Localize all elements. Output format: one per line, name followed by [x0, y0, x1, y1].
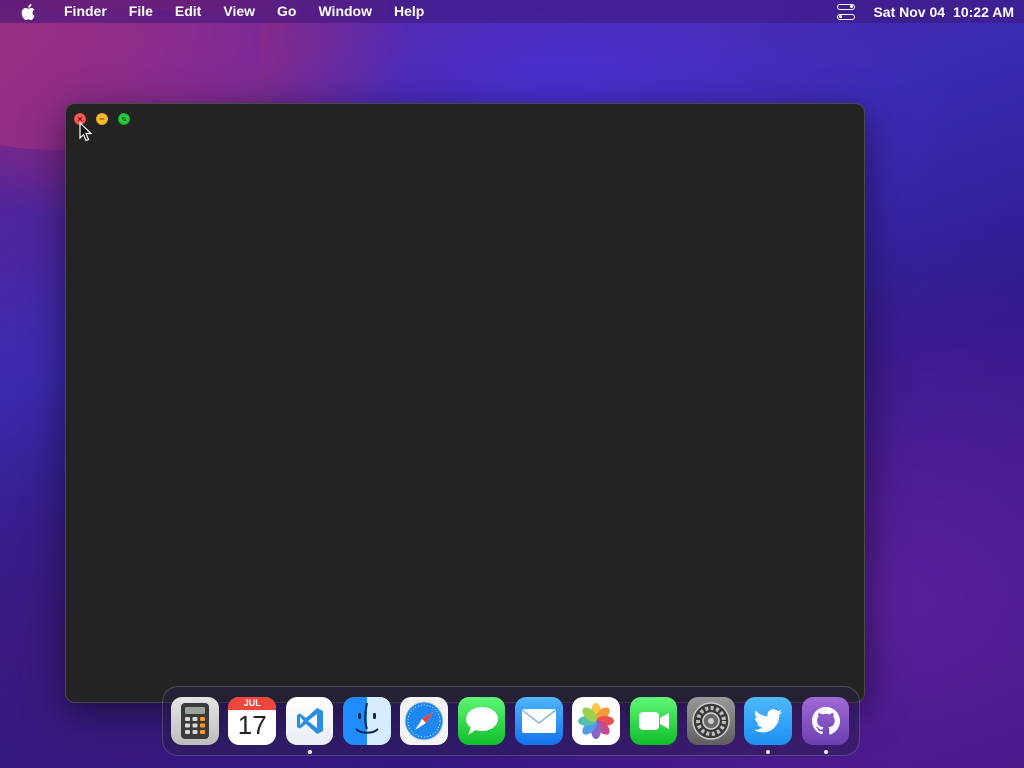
fullscreen-icon: [122, 117, 126, 121]
messages-bubble-icon: [465, 707, 498, 735]
finder-icon: [355, 702, 379, 734]
menu-app-finder[interactable]: Finder: [50, 0, 118, 23]
dock-system-preferences[interactable]: [686, 697, 735, 745]
menu-time[interactable]: 10:22 AM: [953, 4, 1014, 20]
running-indicator: [823, 750, 828, 754]
vscode-icon: [296, 708, 323, 734]
dock-finder[interactable]: [342, 697, 391, 745]
menu-edit[interactable]: Edit: [164, 0, 212, 23]
calendar-day-label: 17: [237, 710, 267, 740]
calendar-month-label: JUL: [228, 697, 277, 710]
menu-help[interactable]: Help: [383, 0, 435, 23]
settings-gear-icon: [692, 702, 730, 740]
minus-icon: [99, 118, 105, 120]
window-maximize-button[interactable]: [118, 113, 130, 125]
running-indicator: [766, 750, 771, 754]
dock: JUL 17: [162, 686, 860, 756]
dock-photos[interactable]: [572, 697, 621, 745]
dock-twitter[interactable]: [744, 697, 793, 754]
photos-flower-icon: [578, 703, 615, 739]
dock-vscode[interactable]: [285, 697, 334, 754]
dock-calculator[interactable]: [171, 697, 219, 745]
mail-envelope-icon: [521, 709, 557, 733]
dock-github-desktop[interactable]: [801, 697, 850, 754]
video-camera-icon: [638, 712, 669, 730]
control-center-icon[interactable]: [837, 3, 856, 20]
menu-bar: Finder File Edit View Go Window Help Sat…: [0, 0, 1024, 23]
dock-calendar[interactable]: JUL 17: [228, 697, 277, 745]
mouse-pointer-icon: [79, 121, 93, 147]
safari-compass-icon: [404, 701, 444, 741]
dock-facetime[interactable]: [629, 697, 678, 745]
dock-mail[interactable]: [514, 697, 563, 745]
apple-logo-icon[interactable]: [20, 3, 36, 20]
dock-messages[interactable]: [457, 697, 506, 745]
running-indicator: [307, 750, 312, 754]
menu-view[interactable]: View: [212, 0, 266, 23]
menu-file[interactable]: File: [118, 0, 164, 23]
menu-window[interactable]: Window: [307, 0, 383, 23]
twitter-bird-icon: [753, 709, 783, 733]
calculator-icon: [180, 703, 209, 739]
github-octocat-icon: [811, 707, 840, 735]
menu-status-area: Sat Nov 04 10:22 AM: [837, 3, 1024, 20]
dock-safari[interactable]: [400, 697, 449, 745]
menu-go[interactable]: Go: [266, 0, 307, 23]
menu-date[interactable]: Sat Nov 04: [873, 4, 945, 20]
desktop-wallpaper[interactable]: Finder File Edit View Go Window Help Sat…: [0, 0, 1024, 768]
window-minimize-button[interactable]: [96, 113, 108, 125]
app-window[interactable]: [65, 103, 865, 703]
